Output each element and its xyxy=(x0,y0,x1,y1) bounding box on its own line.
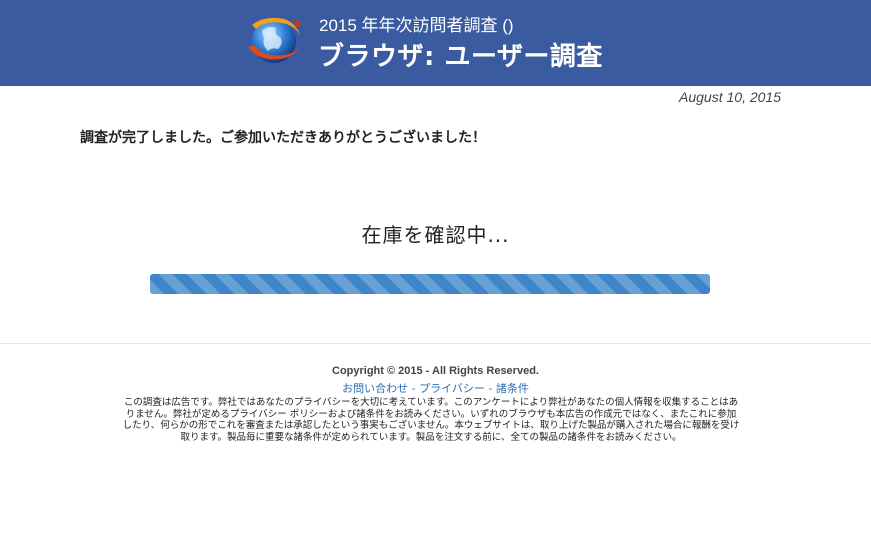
progress-bar-fill xyxy=(150,274,710,294)
survey-date: August 10, 2015 xyxy=(679,89,781,105)
contact-link[interactable]: お問い合わせ xyxy=(342,382,408,395)
footer-divider xyxy=(0,343,871,344)
footer-links: お問い合わせ - プライバシー - 諸条件 xyxy=(0,380,871,396)
browser-globe-logo-icon xyxy=(248,17,302,63)
checking-stock-status: 在庫を確認中... xyxy=(361,223,510,247)
completion-message: 調査が完了しました。ご参加いただきありがとうございました！ xyxy=(80,130,486,146)
link-separator: - xyxy=(484,382,496,395)
disclaimer-text: この調査は広告です。弊社ではあなたのプライバシーを大切に考えています。このアンケ… xyxy=(122,397,740,443)
survey-title: ブラウザ: ユーザー調査 xyxy=(318,42,603,72)
privacy-link[interactable]: プライバシー xyxy=(419,382,485,395)
link-separator: - xyxy=(408,382,420,395)
terms-link[interactable]: 諸条件 xyxy=(496,382,529,395)
progress-bar xyxy=(150,274,710,294)
copyright-text: Copyright © 2015 - All Rights Reserved. xyxy=(332,365,539,377)
header-banner: 2015 年年次訪問者調査 () ブラウザ: ユーザー調査 xyxy=(0,0,871,86)
survey-subtitle: 2015 年年次訪問者調査 () xyxy=(319,16,514,35)
